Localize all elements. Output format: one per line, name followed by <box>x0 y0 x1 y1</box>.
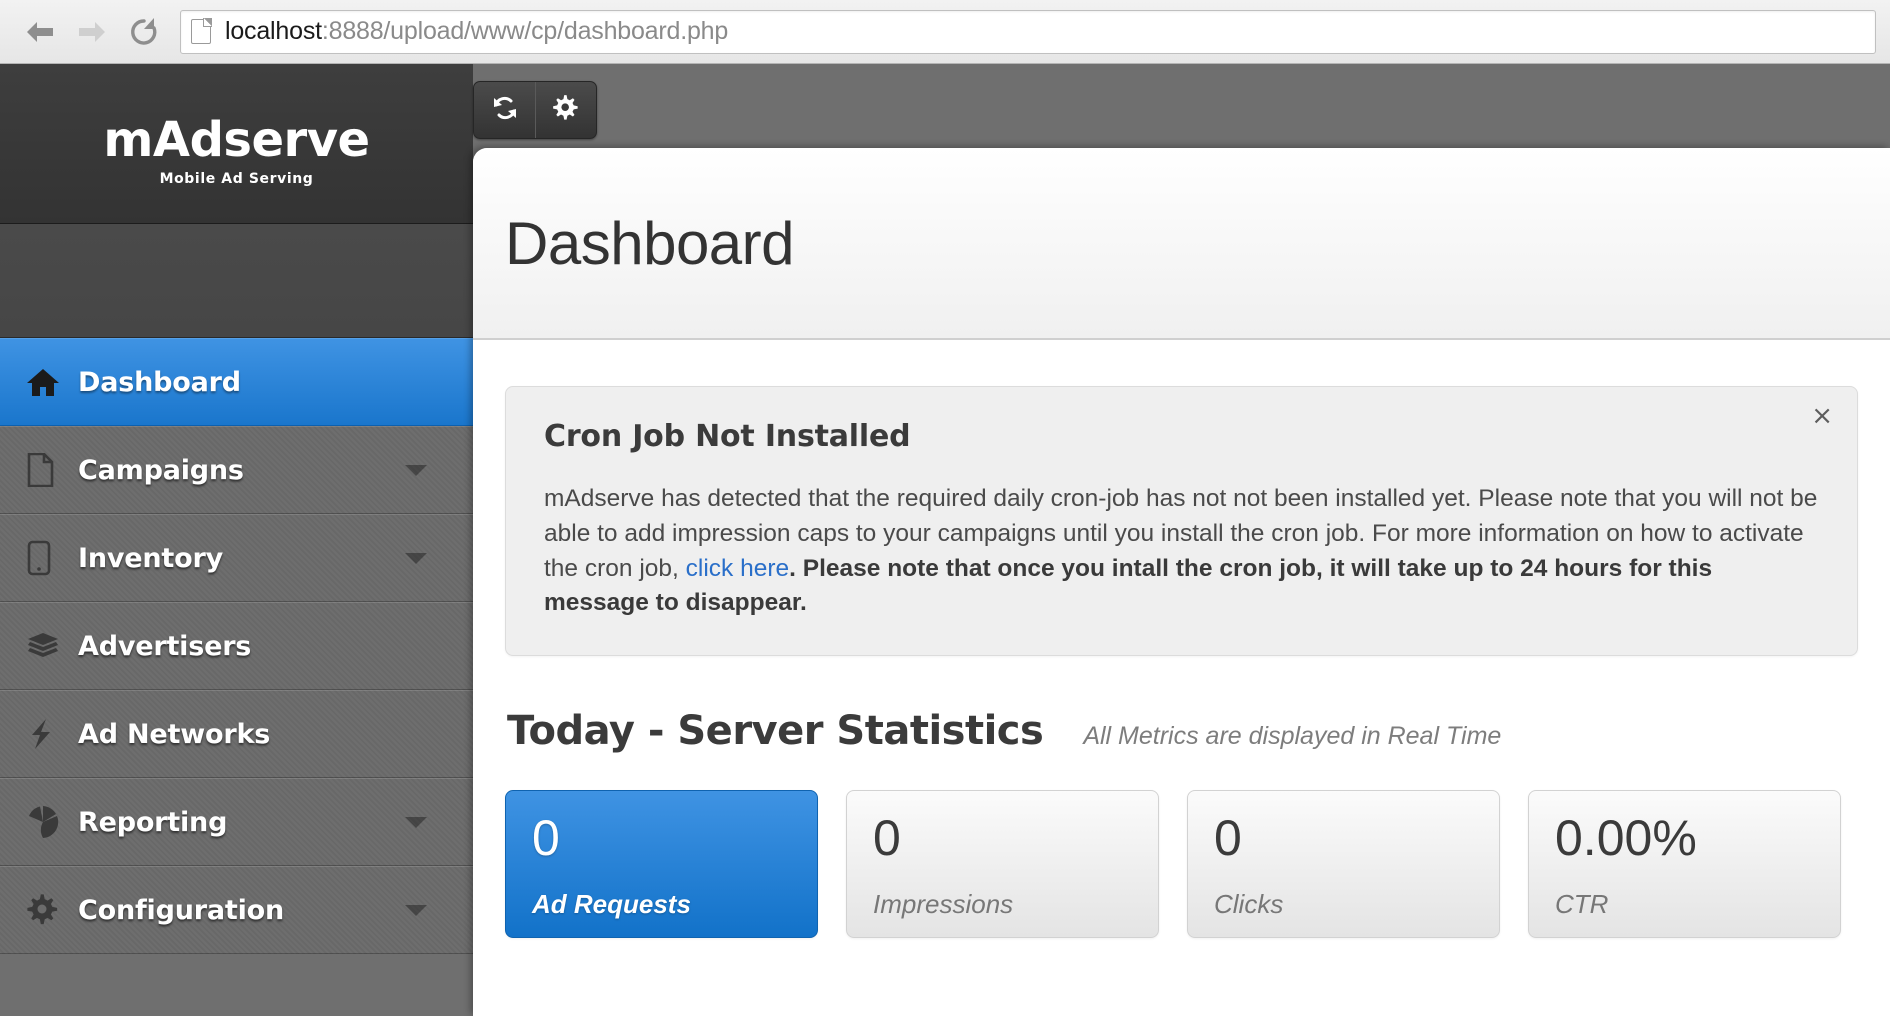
stat-card-impressions[interactable]: 0 Impressions <box>846 790 1159 939</box>
back-button[interactable] <box>14 10 66 54</box>
stats-header: Today - Server Statistics All Metrics ar… <box>505 708 1858 754</box>
stats-subtitle: All Metrics are displayed in Real Time <box>1083 722 1502 751</box>
sidebar-item-configuration[interactable]: Configuration <box>0 866 473 954</box>
brand-tagline: Mobile Ad Serving <box>159 171 314 187</box>
page-body: × Cron Job Not Installed mAdserve has de… <box>473 340 1890 939</box>
alert-body: mAdserve has detected that the required … <box>544 482 1819 621</box>
top-toolbar <box>473 81 597 139</box>
cron-instructions-link[interactable]: click here <box>686 555 789 582</box>
sync-refresh-icon <box>491 94 519 127</box>
sidebar-spacer <box>0 224 473 338</box>
stats-title: Today - Server Statistics <box>507 708 1044 755</box>
stat-label: Clicks <box>1214 889 1284 920</box>
content-panel: Dashboard × Cron Job Not Installed mAdse… <box>473 148 1890 1016</box>
page-title: Dashboard <box>505 209 795 277</box>
browser-toolbar: localhost:8888/upload/www/cp/dashboard.p… <box>0 0 1890 64</box>
sidebar-item-campaigns[interactable]: Campaigns <box>0 426 473 514</box>
url-path: :8888/upload/www/cp/dashboard.php <box>321 17 729 45</box>
stat-card-ad-requests[interactable]: 0 Ad Requests <box>505 790 818 939</box>
alert-title: Cron Job Not Installed <box>544 419 911 454</box>
sidebar-item-label: Dashboard <box>78 366 241 398</box>
reload-button[interactable] <box>118 10 170 54</box>
mobile-icon <box>26 540 78 576</box>
stack-icon <box>26 631 78 661</box>
settings-button[interactable] <box>535 82 596 138</box>
sidebar-item-inventory[interactable]: Inventory <box>0 514 473 602</box>
chevron-down-icon <box>405 904 427 916</box>
brand-logo[interactable]: mAdserve Mobile Ad Serving <box>0 64 473 224</box>
stat-label: Impressions <box>873 889 1014 920</box>
sidebar-item-label: Reporting <box>78 806 228 838</box>
chevron-down-icon <box>405 464 427 476</box>
app-frame: mAdserve Mobile Ad Serving Dashboard Cam… <box>0 64 1890 1016</box>
gear-icon <box>26 893 78 927</box>
sidebar-item-dashboard[interactable]: Dashboard <box>0 338 473 426</box>
refresh-button[interactable] <box>474 82 535 138</box>
brand-name: mAdserve <box>103 112 370 168</box>
sidebar-item-reporting[interactable]: Reporting <box>0 778 473 866</box>
address-bar[interactable]: localhost:8888/upload/www/cp/dashboard.p… <box>180 9 1876 54</box>
sidebar-item-label: Ad Networks <box>78 718 271 750</box>
sidebar-item-label: Configuration <box>78 894 285 926</box>
stat-value: 0.00% <box>1555 810 1697 867</box>
forward-button[interactable] <box>66 10 118 54</box>
sidebar-item-advertisers[interactable]: Advertisers <box>0 602 473 690</box>
document-icon <box>26 453 78 487</box>
sidebar-item-label: Advertisers <box>78 630 252 662</box>
stat-card-clicks[interactable]: 0 Clicks <box>1187 790 1500 939</box>
pie-chart-icon <box>26 805 78 839</box>
back-arrow-icon <box>23 17 57 47</box>
page-header: Dashboard <box>473 148 1890 340</box>
sidebar-item-label: Campaigns <box>78 454 244 486</box>
reload-icon <box>128 16 160 48</box>
home-icon <box>26 366 78 398</box>
stat-card-ctr[interactable]: 0.00% CTR <box>1528 790 1841 939</box>
stat-value: 0 <box>532 810 560 867</box>
cron-job-alert: × Cron Job Not Installed mAdserve has de… <box>505 386 1858 657</box>
sidebar: mAdserve Mobile Ad Serving Dashboard Cam… <box>0 64 473 1016</box>
gear-icon <box>552 94 580 127</box>
sidebar-item-label: Inventory <box>78 542 223 574</box>
url-text: localhost:8888/upload/www/cp/dashboard.p… <box>225 17 728 46</box>
sidebar-item-ad-networks[interactable]: Ad Networks <box>0 690 473 778</box>
page-document-icon <box>191 18 212 44</box>
chevron-down-icon <box>405 816 427 828</box>
stat-value: 0 <box>1214 810 1242 867</box>
forward-arrow-icon <box>75 17 109 47</box>
stat-value: 0 <box>873 810 901 867</box>
stats-cards: 0 Ad Requests 0 Impressions 0 Clicks 0.0… <box>505 790 1858 939</box>
chevron-down-icon <box>405 552 427 564</box>
stat-label: Ad Requests <box>532 889 691 920</box>
stat-label: CTR <box>1555 889 1609 920</box>
url-host: localhost <box>225 17 322 45</box>
sidebar-nav: Dashboard Campaigns Inventory Advertiser… <box>0 338 473 954</box>
close-icon[interactable]: × <box>1811 403 1833 429</box>
bolt-icon <box>26 717 78 751</box>
